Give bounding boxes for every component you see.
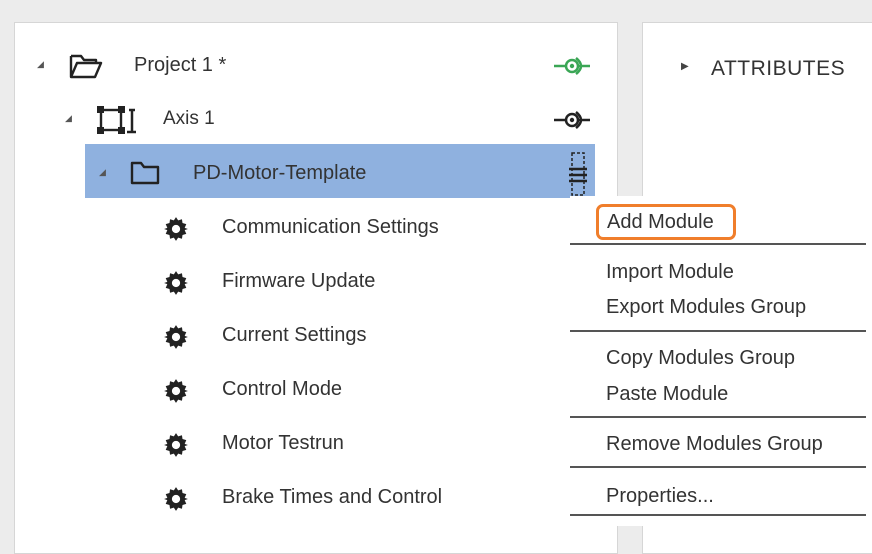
gear-icon	[164, 217, 188, 241]
tree-item-template[interactable]: ◢ PD-Motor-Template	[15, 147, 617, 201]
folder-open-icon	[69, 54, 103, 79]
project-label: Project 1 *	[134, 54, 227, 76]
project-tree-panel: ◢ Project 1 * ◢ Axis 1 ◢ PD-Motor-Templa…	[14, 22, 618, 554]
connect-active-icon[interactable]	[552, 54, 592, 78]
gear-icon	[164, 325, 188, 349]
tree-item-module[interactable]: Communication Settings	[15, 201, 617, 255]
gear-icon	[164, 433, 188, 457]
menu-separator	[570, 466, 866, 468]
connect-icon[interactable]	[552, 108, 592, 132]
folder-icon	[130, 161, 160, 185]
module-label: Current Settings	[222, 324, 367, 346]
menu-item-copy-modules-group[interactable]: Copy Modules Group	[606, 347, 795, 370]
menu-item-import-module[interactable]: Import Module	[606, 261, 734, 284]
menu-handle-icon[interactable]	[568, 151, 588, 197]
expand-arrow-icon[interactable]: ▶	[681, 61, 689, 72]
expand-arrow-icon[interactable]: ◢	[37, 59, 44, 70]
menu-separator	[570, 330, 866, 332]
expand-arrow-icon[interactable]: ◢	[99, 167, 106, 178]
module-label: Control Mode	[222, 378, 343, 400]
attributes-title[interactable]: ATTRIBUTES	[711, 57, 845, 81]
gear-icon	[164, 271, 188, 295]
tree-item-axis[interactable]: ◢ Axis 1	[15, 93, 617, 147]
module-label: Brake Times and Control	[222, 486, 443, 508]
tree-item-module[interactable]: Motor Testrun	[15, 417, 617, 471]
menu-item-remove-modules-group[interactable]: Remove Modules Group	[606, 433, 823, 456]
template-label: PD-Motor-Template	[193, 162, 367, 184]
menu-item-properties[interactable]: Properties...	[606, 485, 714, 508]
menu-item-export-modules-group[interactable]: Export Modules Group	[606, 296, 806, 319]
menu-item-add-module[interactable]: Add Module	[607, 211, 714, 234]
menu-item-paste-module[interactable]: Paste Module	[606, 383, 728, 406]
tree-item-module[interactable]: Brake Times and Control	[15, 471, 617, 525]
menu-separator	[570, 416, 866, 418]
module-label: Motor Testrun	[222, 432, 344, 454]
axis-icon	[97, 106, 136, 134]
axis-label: Axis 1	[163, 108, 215, 129]
tree-item-project[interactable]: ◢ Project 1 *	[15, 39, 617, 93]
menu-separator	[570, 243, 866, 245]
tree-item-module[interactable]: Firmware Update	[15, 255, 617, 309]
module-label: Firmware Update	[222, 270, 376, 292]
gear-icon	[164, 379, 188, 403]
context-menu: Add Module Import Module Export Modules …	[570, 196, 872, 526]
expand-arrow-icon[interactable]: ◢	[65, 113, 72, 124]
module-label: Communication Settings	[222, 216, 439, 238]
tree-item-module[interactable]: Current Settings	[15, 309, 617, 363]
menu-separator	[570, 514, 866, 516]
tree-item-module[interactable]: Control Mode	[15, 363, 617, 417]
gear-icon	[164, 487, 188, 511]
